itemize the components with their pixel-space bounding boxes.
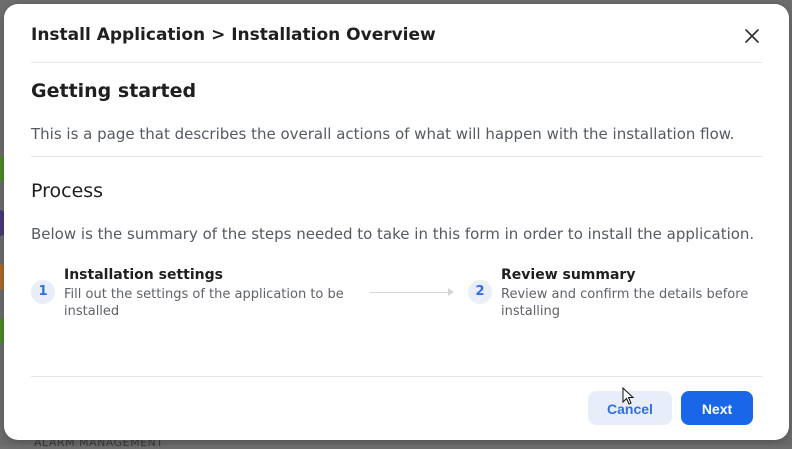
dialog-header: Install Application > Installation Overv… <box>31 4 762 63</box>
dialog-title: Install Application > Installation Overv… <box>31 25 436 45</box>
step-2-description: Review and confirm the details before in… <box>501 287 749 319</box>
process-heading: Process <box>31 180 104 202</box>
close-button[interactable] <box>742 26 762 46</box>
getting-started-text: This is a page that describes the overal… <box>31 125 735 143</box>
getting-started-heading: Getting started <box>31 80 197 102</box>
close-icon <box>745 29 759 43</box>
mouse-pointer-icon <box>622 387 635 405</box>
install-dialog: Install Application > Installation Overv… <box>4 4 789 440</box>
step-1-description: Fill out the settings of the application… <box>64 287 344 319</box>
footer-divider <box>31 376 762 377</box>
step-2-title: Review summary <box>501 267 636 283</box>
process-text: Below is the summary of the steps needed… <box>31 225 755 243</box>
step-2-number: 2 <box>468 280 492 304</box>
arrow-right-icon <box>448 288 454 296</box>
next-button[interactable]: Next <box>681 391 753 425</box>
step-1-title: Installation settings <box>64 267 223 283</box>
step-connector <box>370 292 452 293</box>
section-divider <box>31 156 762 157</box>
step-1-number: 1 <box>31 280 55 304</box>
